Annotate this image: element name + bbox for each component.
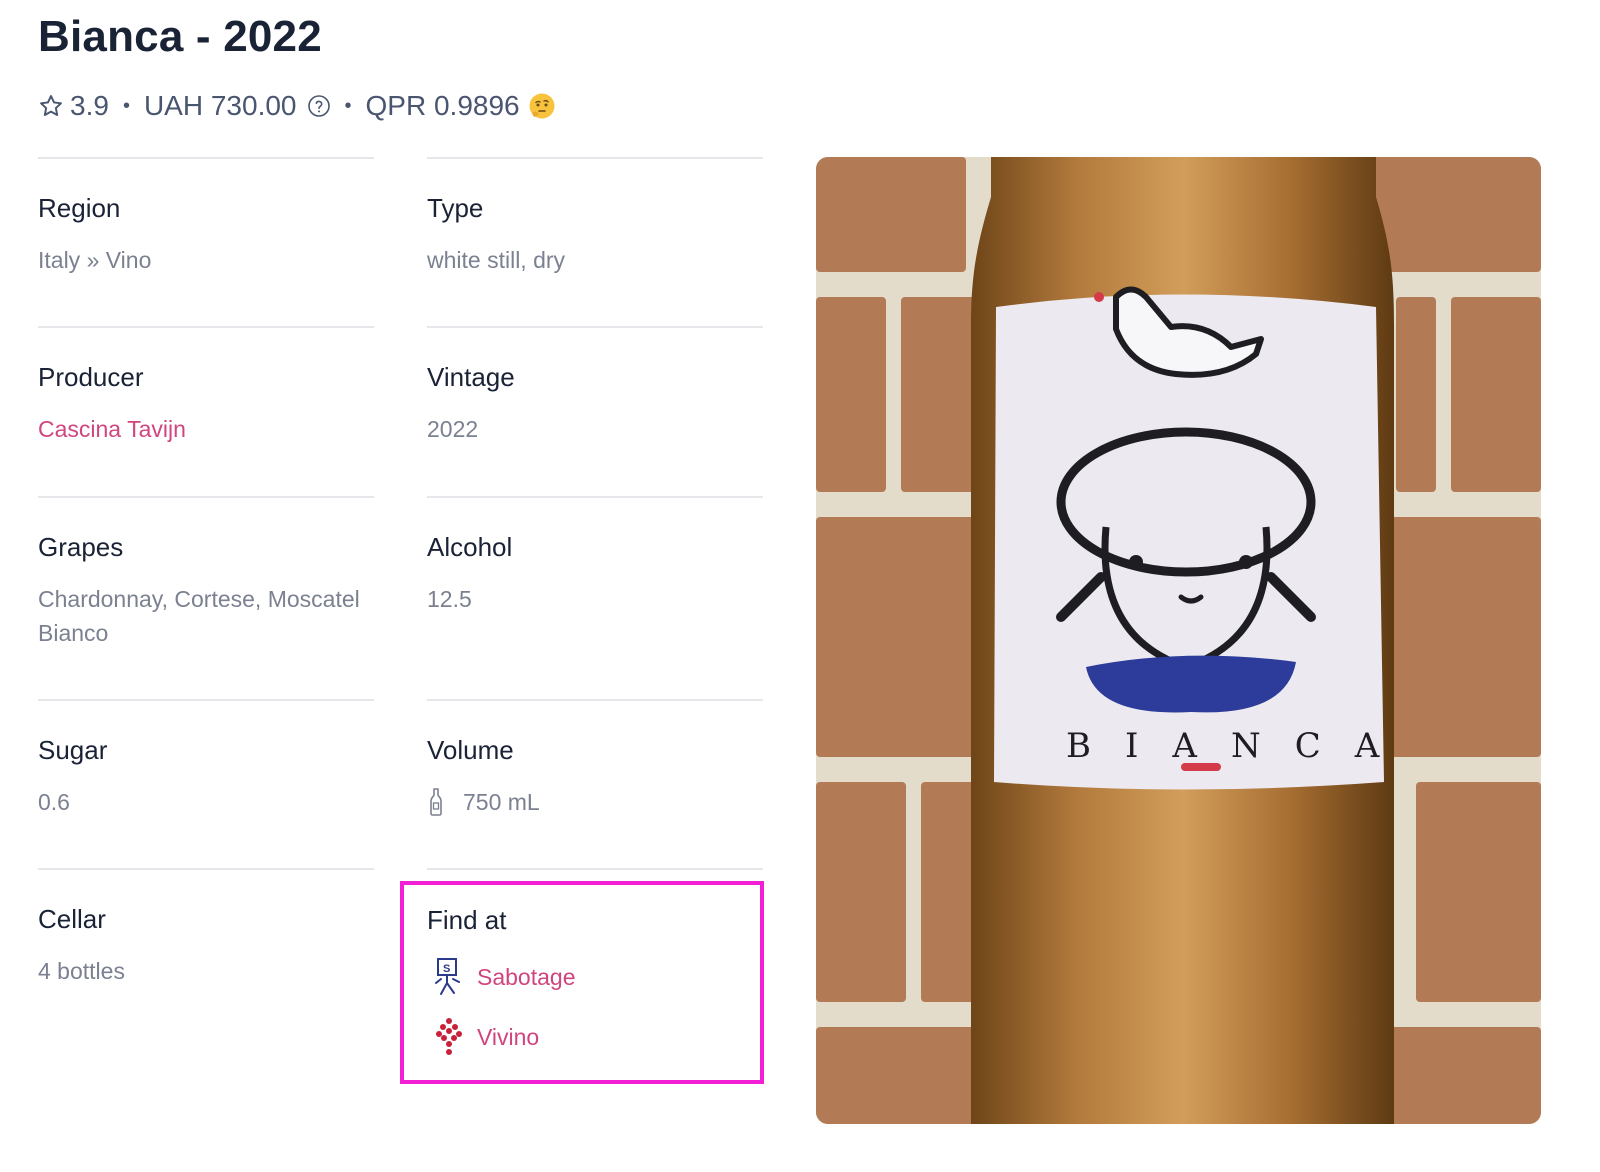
separator-dot: • [344, 94, 352, 117]
cellar-label: Cellar [38, 904, 106, 934]
bottle-icon [430, 788, 442, 816]
producer-label: Producer [38, 362, 144, 392]
grapes-section: Grapes Chardonnay, Cortese, Moscatel Bia… [38, 496, 374, 700]
type-label: Type [427, 193, 484, 223]
grapes-label: Grapes [38, 532, 124, 562]
vivino-grape-icon [436, 1018, 462, 1055]
help-circle-icon[interactable] [307, 94, 331, 118]
alcohol-section: Alcohol 12.5 [427, 496, 763, 700]
find-at-section: Find at S Sabotage Vivino [400, 881, 764, 1084]
star-icon [40, 95, 62, 116]
producer-section: Producer Cascina Tavijn [38, 326, 374, 496]
region-label: Region [38, 193, 121, 223]
bottle-illustration: BIANCA [816, 157, 1541, 1124]
svg-text:S: S [443, 963, 450, 975]
producer-link[interactable]: Cascina Tavijn [38, 412, 374, 446]
volume-label: Volume [427, 735, 514, 765]
rating-value: 3.9 [70, 90, 109, 121]
sugar-label: Sugar [38, 735, 108, 765]
vintage-section: Vintage 2022 [427, 326, 763, 496]
sugar-value: 0.6 [38, 789, 70, 815]
find-at-label: Find at [427, 905, 507, 935]
wine-meta-row: 3.9 • UAH 730.00 • QPR 0.9896 [38, 86, 556, 126]
store-link-vivino[interactable]: Vivino [431, 1017, 539, 1057]
price-value: UAH 730.00 [143, 90, 297, 121]
volume-section: Volume 750 mL [427, 699, 763, 869]
wine-bottle-photo: BIANCA [816, 157, 1541, 1124]
page-title: Bianca - 2022 [38, 12, 322, 61]
type-value: white still, dry [427, 247, 566, 273]
sugar-section: Sugar 0.6 [38, 699, 374, 869]
sabotage-label: Sabotage [477, 963, 576, 990]
qpr-value: QPR 0.9896 [365, 90, 520, 121]
store-link-sabotage[interactable]: S Sabotage [431, 957, 575, 997]
thinking-face-icon [529, 93, 555, 119]
sabotage-logo-icon: S [435, 958, 460, 995]
find-at-divider [427, 868, 763, 870]
cellar-section: Cellar 4 bottles [38, 868, 374, 1038]
vintage-value: 2022 [427, 416, 479, 442]
type-section: Type white still, dry [427, 157, 763, 327]
alcohol-label: Alcohol [427, 532, 513, 562]
vivino-label: Vivino [477, 1023, 540, 1050]
grapes-value: Chardonnay, Cortese, Moscatel Bianco [38, 586, 360, 646]
alcohol-value: 12.5 [427, 586, 472, 612]
volume-value: 750 mL [463, 789, 540, 815]
region-value: Italy » Vino [38, 247, 152, 273]
cellar-value: 4 bottles [38, 958, 125, 984]
vintage-label: Vintage [427, 362, 515, 392]
bottle-label-text: BIANCA [1066, 726, 1413, 766]
separator-dot: • [122, 94, 130, 117]
region-section: Region Italy » Vino [38, 157, 374, 327]
volume-row: 750 mL [427, 785, 763, 819]
